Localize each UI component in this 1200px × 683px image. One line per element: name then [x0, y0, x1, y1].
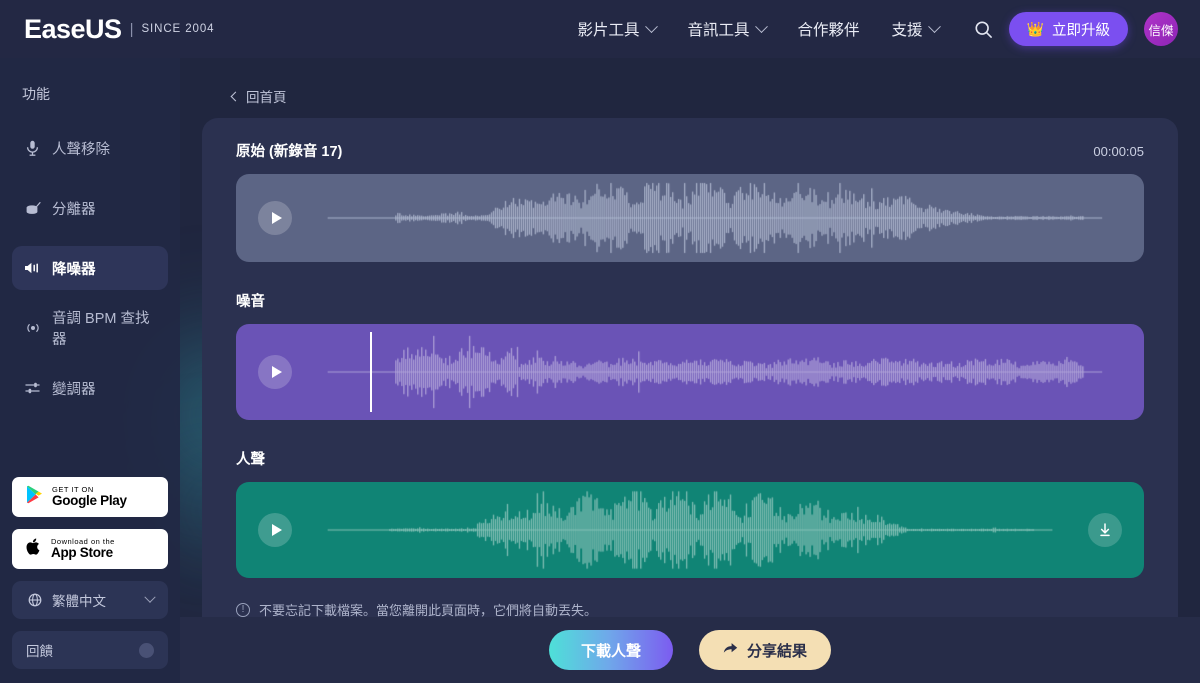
nav-label: 合作夥伴 — [797, 22, 860, 39]
bottom-action-bar: 下載人聲 分享結果 — [180, 617, 1200, 683]
sliders-icon — [24, 380, 41, 397]
play-button-vocal[interactable] — [258, 513, 292, 547]
feedback-button[interactable]: 回饋 — [12, 631, 168, 669]
sidebar-footer: GET IT ON Google Play Download on the Ap… — [0, 477, 180, 683]
editor-panel: 原始 (新錄音 17) 00:00:05 噪音 人聲 ! 不要忘記下載檔案。當您… — [202, 118, 1178, 678]
sidebar-item-splitter[interactable]: 分離器 — [12, 186, 168, 230]
sidebar-item-vocal-remover[interactable]: 人聲移除 — [12, 126, 168, 170]
chevron-left-icon — [230, 91, 241, 101]
app-store-badge[interactable]: Download on the App Store — [12, 529, 168, 569]
pulse-icon — [24, 320, 41, 337]
waveform-track-vocal[interactable] — [236, 482, 1144, 578]
drum-icon — [24, 200, 41, 217]
nav-item-partners[interactable]: 合作夥伴 — [782, 0, 876, 58]
speaker-wave-icon — [24, 260, 41, 277]
upgrade-label: 立即升級 — [1052, 22, 1110, 39]
share-result-button[interactable]: 分享結果 — [699, 630, 832, 670]
nav-label: 影片工具 — [577, 22, 640, 39]
nav-item-support[interactable]: 支援 — [876, 0, 955, 58]
sidebar-item-label: 音調 BPM 查找器 — [52, 311, 150, 348]
top-navigation-bar: EaseUS | SINCE 2004 影片工具 音訊工具 合作夥伴 支援 👑 … — [0, 0, 1200, 58]
app-root: EaseUS | SINCE 2004 影片工具 音訊工具 合作夥伴 支援 👑 … — [0, 0, 1200, 683]
track-title: 原始 (新錄音 17) — [236, 144, 343, 160]
store-bottom-label: App Store — [51, 544, 113, 560]
nav-items: 影片工具 音訊工具 合作夥伴 支援 👑 立即升級 信傑 — [562, 0, 1200, 58]
google-play-icon — [26, 485, 43, 509]
sidebar-item-pitch-changer[interactable]: 變調器 — [12, 366, 168, 410]
download-button-vocal[interactable] — [1088, 513, 1122, 547]
chevron-down-icon — [644, 19, 658, 33]
waveform-canvas-noise — [236, 324, 1144, 420]
app-store-text: Download on the App Store — [51, 538, 115, 560]
brand-since: SINCE 2004 — [141, 23, 215, 35]
avatar[interactable]: 信傑 — [1144, 12, 1178, 46]
download-vocal-button[interactable]: 下載人聲 — [548, 630, 673, 670]
language-selector[interactable]: 繁體中文 — [12, 581, 168, 619]
download-icon — [1100, 523, 1110, 537]
upgrade-button[interactable]: 👑 立即升級 — [1008, 12, 1128, 46]
nav-item-video-tools[interactable]: 影片工具 — [562, 0, 672, 58]
waveform-canvas-original — [236, 174, 1144, 262]
microphone-icon — [24, 140, 41, 157]
chevron-down-icon — [144, 591, 156, 603]
nav-label: 支援 — [891, 22, 923, 39]
sidebar-section-title: 功能 — [22, 86, 50, 102]
google-play-badge[interactable]: GET IT ON Google Play — [12, 477, 168, 517]
language-label: 繁體中文 — [52, 594, 106, 609]
search-icon[interactable] — [965, 10, 1003, 48]
store-bottom-label: Google Play — [52, 492, 127, 508]
crown-icon: 👑 — [1026, 21, 1044, 37]
main-content: 回首頁 原始 (新錄音 17) 00:00:05 噪音 人聲 ! 不要忘記下載檔… — [180, 58, 1200, 683]
sidebar-item-key-bpm-finder[interactable]: 音調 BPM 查找器 — [12, 306, 168, 350]
play-button-original[interactable] — [258, 201, 292, 235]
sidebar-item-label: 人聲移除 — [52, 141, 110, 158]
sidebar-menu: 人聲移除 分離器 降噪器 音調 BPM 查找器 變調器 — [0, 126, 180, 426]
track-title-noise: 噪音 — [236, 294, 265, 310]
chevron-down-icon — [754, 19, 768, 33]
playhead-cursor[interactable] — [370, 332, 372, 412]
feedback-dot-icon — [139, 642, 154, 658]
brand-name: EaseUS — [24, 13, 122, 44]
chevron-down-icon — [927, 19, 941, 33]
brand-separator: | — [129, 20, 134, 38]
sidebar: 功能 人聲移除 分離器 降噪器 音調 BPM 查找器 變調器 GET IT ON… — [0, 58, 180, 683]
play-icon — [271, 366, 282, 378]
feedback-label: 回饋 — [26, 644, 53, 659]
sidebar-item-noise-reducer[interactable]: 降噪器 — [12, 246, 168, 290]
breadcrumb[interactable]: 回首頁 — [230, 86, 287, 106]
sidebar-item-label: 變調器 — [52, 381, 96, 398]
play-icon — [271, 212, 282, 224]
waveform-canvas-vocal — [236, 482, 1144, 578]
breadcrumb-label: 回首頁 — [246, 90, 287, 105]
google-play-text: GET IT ON Google Play — [52, 486, 127, 508]
track-duration: 00:00:05 — [1093, 144, 1144, 159]
waveform-track-original[interactable] — [236, 174, 1144, 262]
avatar-initials: 信傑 — [1148, 23, 1174, 38]
track-header-original: 原始 (新錄音 17) 00:00:05 — [236, 140, 1144, 161]
nav-item-audio-tools[interactable]: 音訊工具 — [672, 0, 782, 58]
play-icon — [271, 524, 282, 536]
waveform-track-noise[interactable] — [236, 324, 1144, 420]
track-title-vocal: 人聲 — [236, 452, 265, 468]
brand-logo[interactable]: EaseUS | SINCE 2004 — [24, 14, 214, 45]
info-icon: ! — [236, 602, 250, 617]
globe-icon — [26, 592, 43, 609]
nav-label: 音訊工具 — [687, 22, 750, 39]
sidebar-item-label: 降噪器 — [52, 261, 96, 278]
play-button-noise[interactable] — [258, 355, 292, 389]
share-label: 分享結果 — [747, 642, 808, 660]
apple-icon — [26, 537, 42, 561]
share-arrow-icon — [723, 641, 738, 659]
sidebar-item-label: 分離器 — [52, 201, 96, 218]
